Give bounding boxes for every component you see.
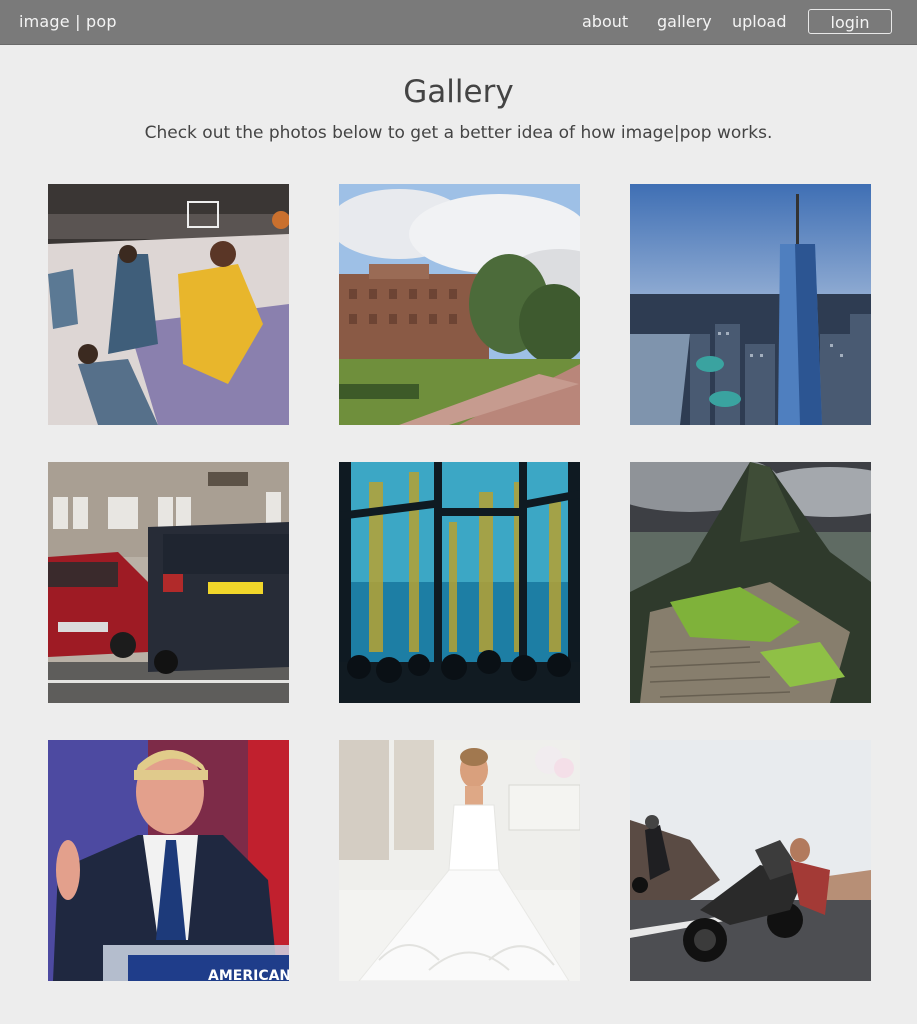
motorcycle-photo-image <box>630 740 871 981</box>
nav-link-about[interactable]: about <box>582 12 628 31</box>
nav-link-gallery[interactable]: gallery <box>657 12 712 31</box>
page-title: Gallery <box>403 74 514 110</box>
gallery-photo-basketball[interactable] <box>48 184 289 425</box>
login-button[interactable]: login <box>808 9 892 34</box>
aquarium-photo-image <box>339 462 580 703</box>
photo-gallery-grid: AMERICAN <box>48 184 871 981</box>
campus-photo-image <box>339 184 580 425</box>
gallery-photo-bride[interactable] <box>339 740 580 981</box>
gallery-photo-campus[interactable] <box>339 184 580 425</box>
bride-photo-image <box>339 740 580 981</box>
svg-text:AMERICAN: AMERICAN <box>208 968 289 981</box>
speaker-photo-image: AMERICAN <box>48 740 289 981</box>
gallery-photo-motorcycle[interactable] <box>630 740 871 981</box>
nav-link-upload[interactable]: upload <box>732 12 787 31</box>
gallery-photo-aquarium[interactable] <box>339 462 580 703</box>
gallery-photo-skyline[interactable] <box>630 184 871 425</box>
cars-photo-image <box>48 462 289 703</box>
skyline-photo-image <box>630 184 871 425</box>
basketball-photo-image <box>48 184 289 425</box>
gallery-photo-mountain[interactable] <box>630 462 871 703</box>
page-subtitle: Check out the photos below to get a bett… <box>144 123 773 143</box>
navbar: image | pop about gallery upload login <box>0 0 917 45</box>
mountain-photo-image <box>630 462 871 703</box>
brand-logo-link[interactable]: image | pop <box>19 12 117 31</box>
gallery-photo-speaker[interactable]: AMERICAN <box>48 740 289 981</box>
gallery-photo-cars[interactable] <box>48 462 289 703</box>
